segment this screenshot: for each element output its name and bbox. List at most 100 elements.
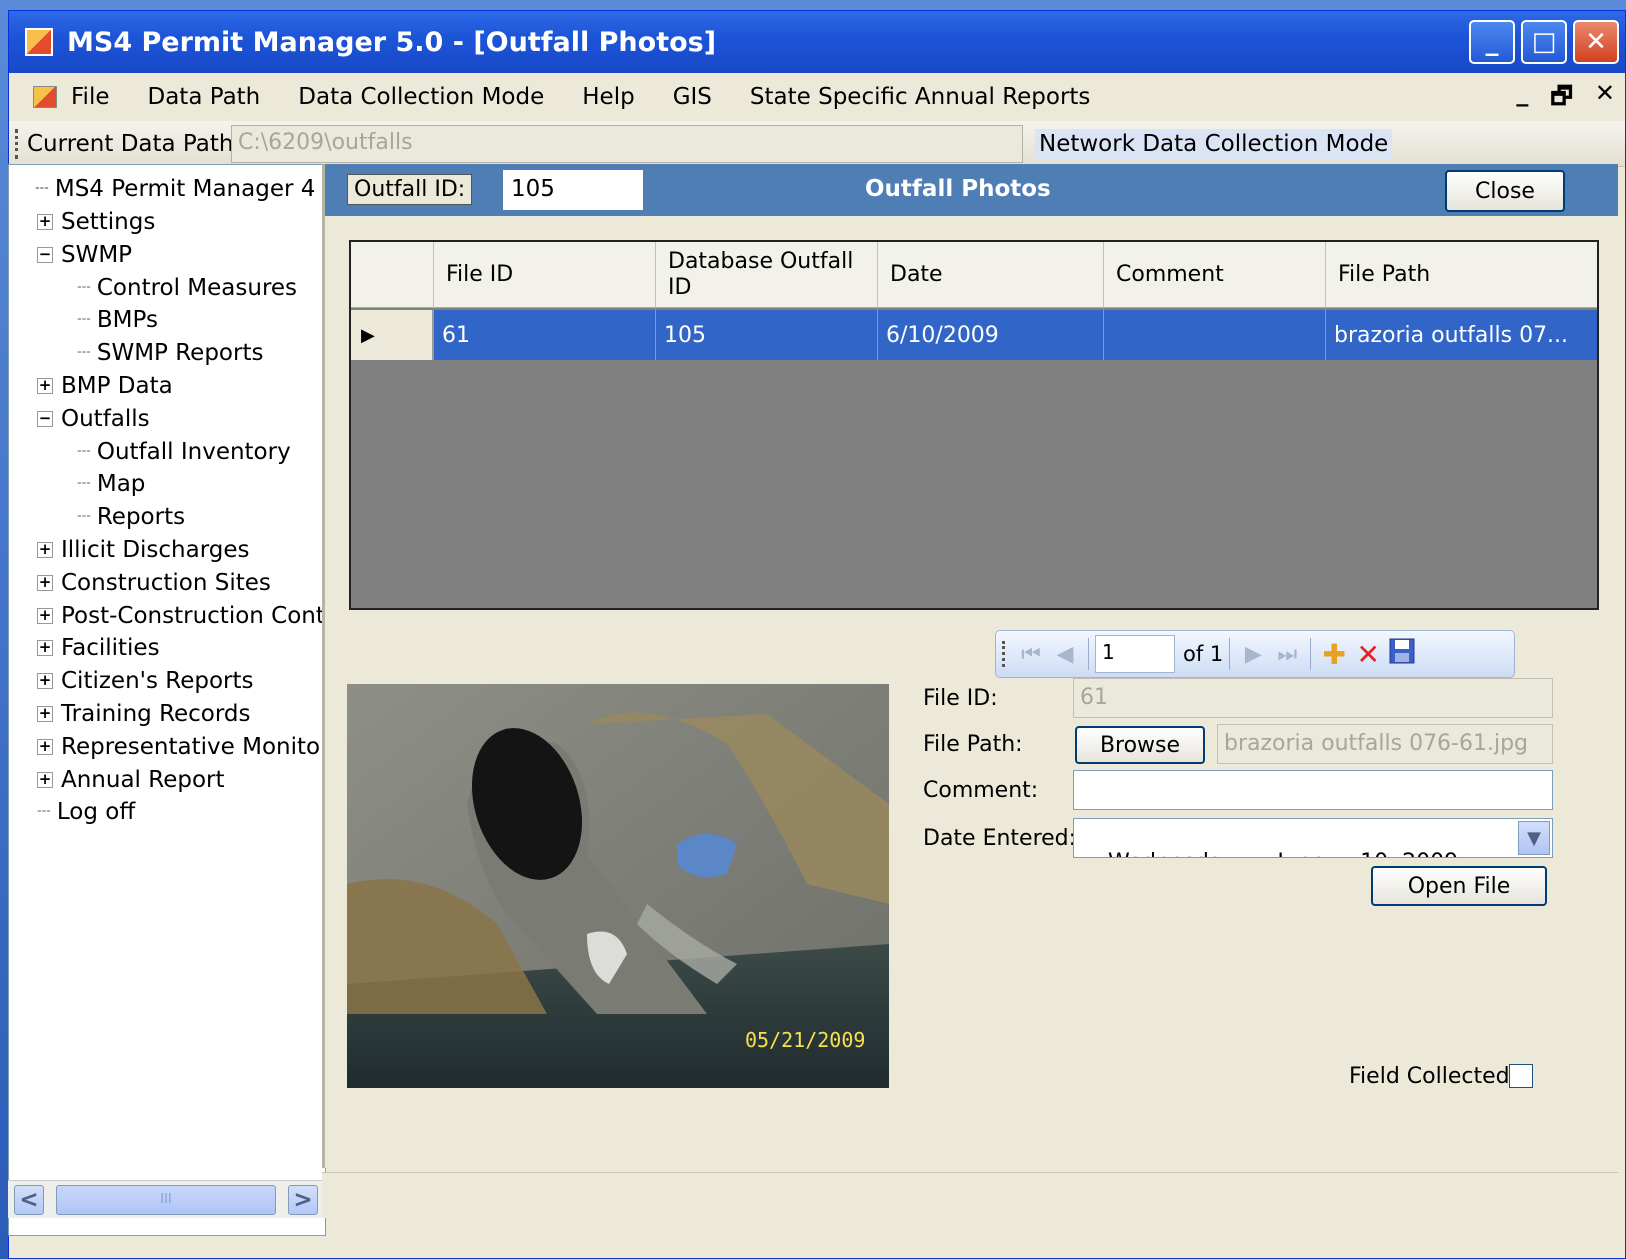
tree-connector: ┄ [77, 340, 91, 367]
tree-item[interactable]: + Post-Construction Controls [37, 600, 325, 632]
open-file-button[interactable]: Open File [1371, 866, 1547, 906]
tree-item[interactable]: + BMP Data [37, 370, 173, 402]
tree-item[interactable]: + Illicit Discharges [37, 534, 250, 566]
menu-file[interactable]: File [71, 84, 110, 110]
expand-icon[interactable]: + [37, 673, 53, 690]
column-header-database-outfall-id[interactable]: Database Outfall ID [655, 242, 877, 308]
tree-horizontal-scrollbar[interactable]: < III > [8, 1180, 326, 1218]
expand-icon[interactable]: + [37, 574, 53, 591]
outfall-id-field[interactable]: 105 [503, 170, 643, 210]
mdi-child-icon[interactable] [33, 86, 57, 108]
chevron-down-icon[interactable]: ▼ [1518, 821, 1550, 855]
panel-title: Outfall Photos [865, 176, 1051, 202]
mdi-minimize-button[interactable]: _ [1516, 79, 1528, 120]
menu-gis[interactable]: GIS [673, 84, 712, 110]
tree-item[interactable]: ┄ Control Measures [77, 272, 297, 304]
menu-state-annual-reports[interactable]: State Specific Annual Reports [750, 84, 1091, 110]
mdi-restore-button[interactable]: 🗗 [1550, 79, 1573, 120]
add-new-icon[interactable]: ✚ [1317, 638, 1351, 671]
collapse-icon[interactable]: − [37, 410, 53, 427]
title-bar[interactable]: MS4 Permit Manager 5.0 - [Outfall Photos… [9, 11, 1625, 73]
app-icon [25, 28, 53, 56]
move-previous-icon[interactable]: ◀ [1048, 642, 1082, 667]
move-next-icon[interactable]: ▶ [1236, 642, 1270, 667]
expand-icon[interactable]: + [37, 542, 53, 558]
scroll-thumb[interactable]: III [56, 1185, 276, 1215]
minimize-button[interactable]: _ [1469, 20, 1515, 64]
close-window-button[interactable]: ✕ [1573, 20, 1619, 64]
grid-header: File ID Database Outfall ID Date Comment… [351, 242, 1597, 308]
close-button[interactable]: Close [1445, 170, 1565, 212]
browse-button[interactable]: Browse [1075, 726, 1205, 764]
tree-item[interactable]: ┄ BMPs [77, 304, 158, 336]
expand-icon[interactable]: + [37, 771, 53, 788]
expand-icon[interactable]: + [37, 214, 53, 230]
toolbar-grip[interactable] [15, 128, 19, 159]
current-data-path-label: Current Data Path [27, 130, 234, 157]
menu-help[interactable]: Help [582, 84, 634, 110]
menu-data-path[interactable]: Data Path [148, 84, 261, 110]
scroll-right-button[interactable]: > [288, 1185, 318, 1215]
expand-icon[interactable]: + [37, 706, 53, 722]
tree-item-label: Construction Sites [61, 569, 271, 596]
comment-field[interactable] [1073, 770, 1553, 810]
tree-item[interactable]: ┄ SWMP Reports [77, 337, 263, 369]
tree-item[interactable]: + Citizen's Reports [37, 665, 254, 697]
tree-item[interactable]: + Facilities [37, 632, 160, 664]
cell-file-id[interactable]: 61 [433, 310, 655, 360]
scroll-left-button[interactable]: < [14, 1185, 44, 1215]
tree-item-label: Citizen's Reports [61, 668, 254, 695]
table-row[interactable]: 61 105 6/10/2009 brazoria outfalls 07... [433, 310, 1597, 360]
expand-icon[interactable]: + [37, 640, 53, 657]
tree-connector: ┄ [77, 471, 91, 498]
tree-item-label: SWMP Reports [96, 340, 264, 367]
close-icon: ✕ [1585, 27, 1607, 57]
expand-icon[interactable]: + [37, 738, 53, 755]
tree-item-label: MS4 Permit Manager 4 [54, 176, 316, 202]
date-entered-value: Wednesday, June 10, 2009 [1108, 850, 1458, 857]
binding-navigator: ⏮ ◀ 1 of 1 ▶ ⏭ ✚ ✕ [995, 630, 1515, 678]
tree-item[interactable]: − SWMP [37, 239, 132, 271]
maximize-button[interactable]: □ [1521, 20, 1567, 64]
tree-item[interactable]: + Construction Sites [37, 567, 271, 599]
navigator-grip[interactable] [1002, 641, 1006, 667]
delete-icon[interactable]: ✕ [1351, 638, 1385, 671]
field-collected-checkbox[interactable] [1509, 1064, 1533, 1088]
column-header-file-id[interactable]: File ID [433, 242, 655, 308]
cell-comment[interactable] [1103, 310, 1325, 360]
cell-database-outfall-id[interactable]: 105 [655, 310, 877, 360]
column-header-date[interactable]: Date [877, 242, 1103, 308]
cell-date[interactable]: 6/10/2009 [877, 310, 1103, 360]
tree-item[interactable]: ┄ Reports [77, 501, 185, 533]
expand-icon[interactable]: + [37, 378, 53, 394]
tree-item[interactable]: + Training Records [37, 698, 251, 730]
mdi-close-button[interactable]: ✕ [1595, 79, 1615, 120]
tree-item[interactable]: ┄ Outfall Inventory [77, 436, 291, 468]
outfall-photo: 05/21/2009 [347, 684, 889, 1088]
outfall-photos-panel: Outfall ID: 105 Outfall Photos Close Fil… [322, 164, 1618, 1168]
move-first-icon[interactable]: ⏮ [1014, 642, 1048, 667]
tree-connector: ┄ [37, 799, 51, 826]
tree-item[interactable]: ┄ Map [77, 468, 145, 500]
menu-data-collection-mode[interactable]: Data Collection Mode [298, 84, 544, 110]
photos-grid[interactable]: File ID Database Outfall ID Date Comment… [349, 240, 1599, 610]
column-header-comment[interactable]: Comment [1103, 242, 1325, 308]
row-selector[interactable]: ▶ [351, 310, 433, 360]
column-header-file-path[interactable]: File Path [1325, 242, 1597, 308]
tree-root[interactable]: ┄ MS4 Permit Manager 4 [35, 173, 315, 205]
tree-item[interactable]: + Settings [37, 206, 155, 238]
position-field[interactable]: 1 [1095, 635, 1175, 673]
tree-item-label: Settings [61, 209, 156, 235]
cell-file-path[interactable]: brazoria outfalls 07... [1325, 310, 1597, 360]
tree-item[interactable]: − Outfalls [37, 403, 150, 435]
tree-item[interactable]: + Representative Monitoring [37, 731, 325, 763]
save-icon[interactable] [1385, 637, 1419, 671]
expand-icon[interactable]: + [37, 607, 53, 624]
collapse-icon[interactable]: − [37, 246, 53, 263]
move-last-icon[interactable]: ⏭ [1270, 642, 1304, 667]
data-collection-mode-label: Network Data Collection Mode [1035, 129, 1393, 159]
tree-item[interactable]: ┄ Log off [37, 796, 135, 828]
navigation-tree: ┄ MS4 Permit Manager 4 + Settings − SWMP ┄ Con… [8, 164, 326, 1236]
tree-item[interactable]: + Annual Report [37, 764, 225, 796]
date-entered-picker[interactable]: Wednesday, June 10, 2009 ▼ [1073, 818, 1553, 858]
